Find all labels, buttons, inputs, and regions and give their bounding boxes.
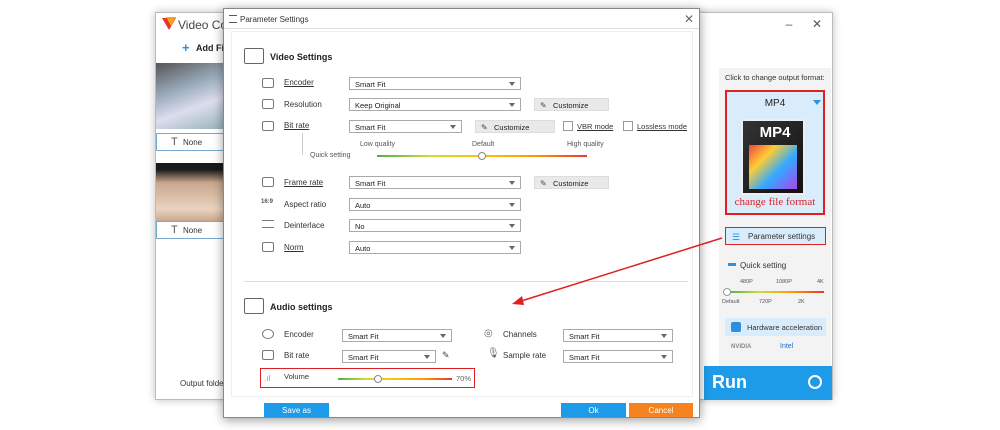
annotation-arrow: [512, 237, 723, 305]
arrow-head: [512, 296, 524, 305]
arrow-line: [517, 237, 723, 303]
